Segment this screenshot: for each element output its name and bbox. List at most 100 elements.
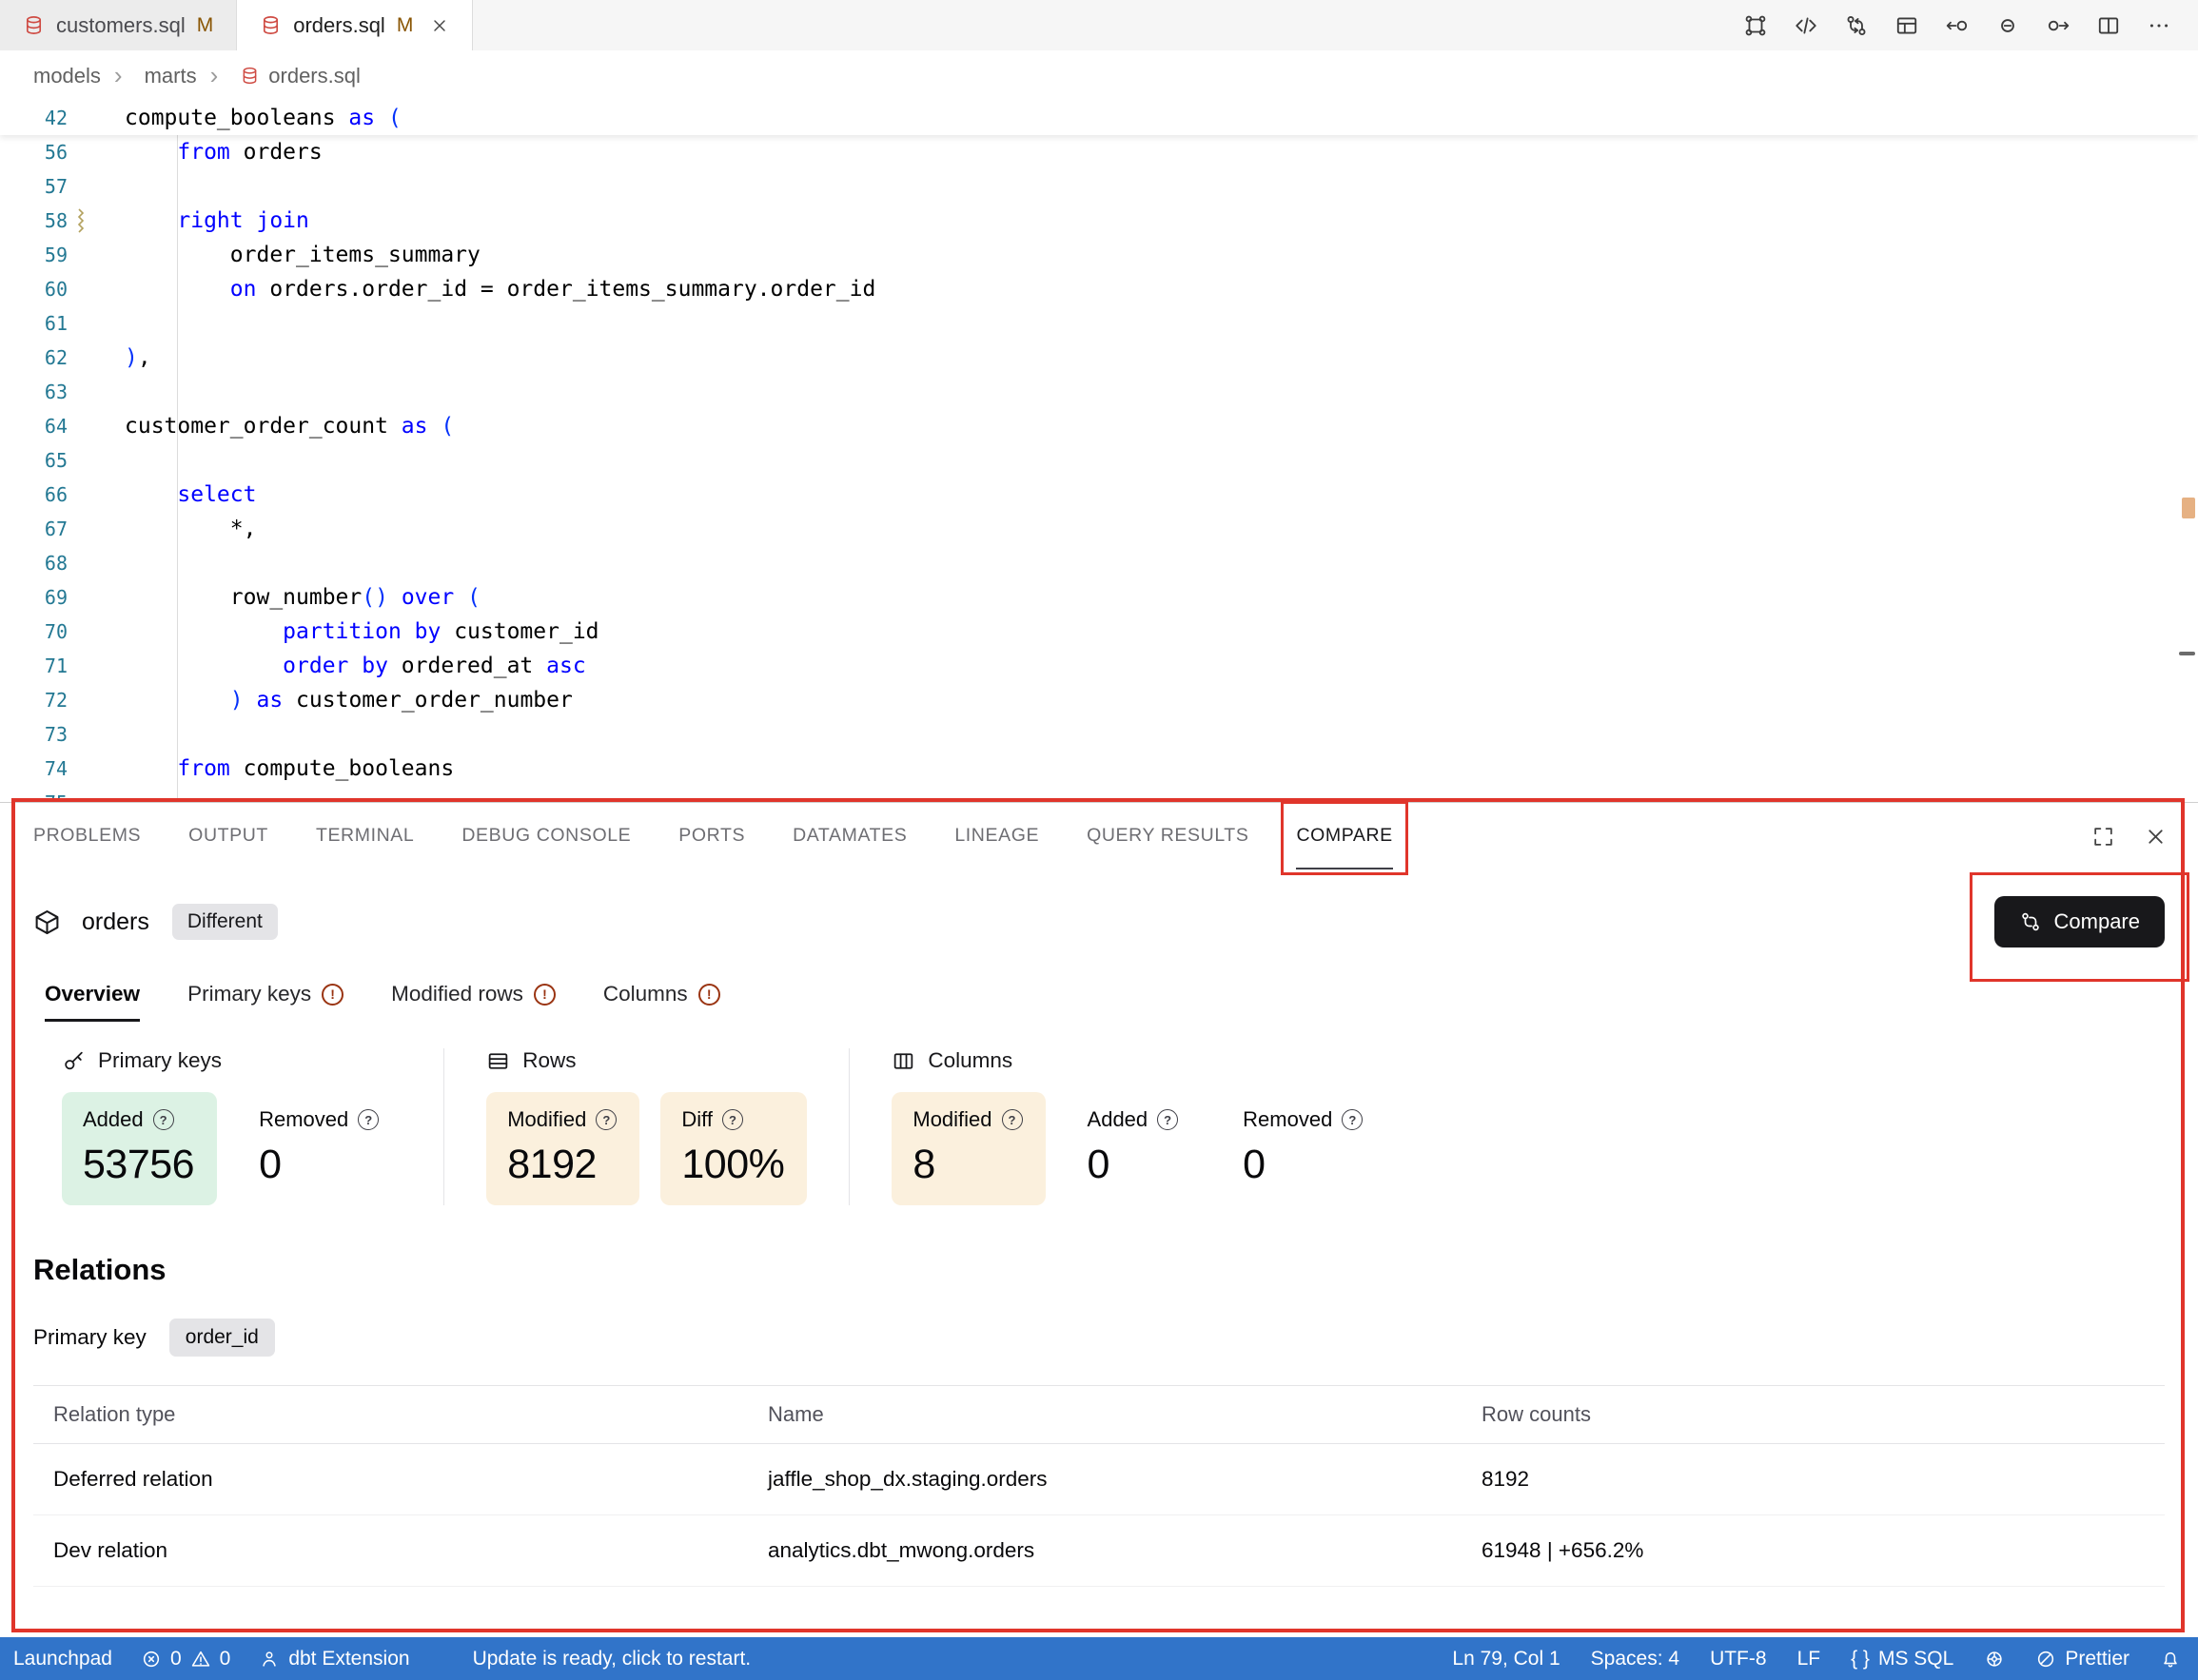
overview-ruler-cursor: [2179, 652, 2195, 655]
code-line[interactable]: 67 *,: [0, 512, 2198, 546]
model-name: orders: [82, 908, 149, 936]
query-results-icon[interactable]: [1894, 13, 1919, 38]
help-icon[interactable]: [596, 1109, 617, 1130]
view-tab-overview[interactable]: Overview: [45, 982, 140, 1022]
code-line[interactable]: 58 right join: [0, 204, 2198, 238]
view-tab-modified-rows[interactable]: Modified rows: [391, 982, 556, 1022]
code-line[interactable]: 59 order_items_summary: [0, 238, 2198, 272]
panel-tab-lineage[interactable]: LINEAGE: [954, 803, 1039, 869]
status-update-message[interactable]: Update is ready, click to restart.: [473, 1648, 752, 1670]
code-line[interactable]: 62),: [0, 341, 2198, 375]
stat-value: 0: [1088, 1142, 1179, 1188]
modified-indicator: M: [397, 14, 414, 37]
panel-tab-terminal[interactable]: TERMINAL: [316, 803, 414, 869]
code-line[interactable]: 74 from compute_booleans: [0, 752, 2198, 786]
panel-tab-problems[interactable]: PROBLEMS: [33, 803, 141, 869]
code-line[interactable]: 60 on orders.order_id = order_items_summ…: [0, 272, 2198, 306]
status-eol[interactable]: LF: [1797, 1648, 1821, 1670]
breadcrumb-item-models[interactable]: models: [33, 64, 101, 88]
maximize-panel-icon[interactable]: [2091, 825, 2115, 849]
stat-value: 8192: [507, 1142, 617, 1188]
compare-stats: Primary keysAdded53756Removed0RowsModifi…: [33, 1048, 2165, 1205]
panel-tab-compare[interactable]: COMPARE: [1296, 803, 1392, 869]
editor-tab-orders-sql[interactable]: orders.sql M: [237, 0, 473, 50]
code-line[interactable]: 75: [0, 786, 2198, 802]
status-problems[interactable]: 0 0: [141, 1648, 230, 1670]
help-icon[interactable]: [1002, 1109, 1023, 1130]
status-bar: Launchpad 0 0 dbt Extension Update is re…: [0, 1637, 2198, 1680]
compare-model-row: orders Different Compare: [33, 896, 2165, 947]
panel-tab-datamates[interactable]: DATAMATES: [793, 803, 907, 869]
arrow-right-circle-icon[interactable]: [2046, 13, 2070, 38]
status-notifications[interactable]: [2160, 1649, 2181, 1670]
status-dbt-extension[interactable]: dbt Extension: [259, 1648, 409, 1670]
table-header-cell: Row counts: [1462, 1386, 2165, 1443]
breadcrumb-item-marts[interactable]: marts: [101, 61, 197, 90]
status-cursor-position[interactable]: Ln 79, Col 1: [1452, 1648, 1560, 1670]
code-line[interactable]: 61: [0, 306, 2198, 341]
status-feedback[interactable]: [1984, 1649, 2005, 1670]
help-icon[interactable]: [358, 1109, 379, 1130]
stat-group-columns: ColumnsModified8Added0Removed0: [849, 1048, 1427, 1205]
status-launchpad[interactable]: Launchpad: [13, 1648, 112, 1670]
panel-tab-query-results[interactable]: QUERY RESULTS: [1087, 803, 1248, 869]
code-line[interactable]: 73: [0, 717, 2198, 752]
line-number: 56: [0, 135, 68, 169]
stat-cards: Modified8192Diff100%: [486, 1092, 807, 1205]
line-number: 65: [0, 443, 68, 478]
status-encoding[interactable]: UTF-8: [1710, 1648, 1767, 1670]
table-cell: analytics.dbt_mwong.orders: [748, 1515, 1462, 1586]
code-line[interactable]: 66 select: [0, 478, 2198, 512]
breadcrumb[interactable]: modelsmartsorders.sql: [0, 50, 2198, 101]
help-icon[interactable]: [1157, 1109, 1178, 1130]
panel-tab-debug-console[interactable]: DEBUG CONSOLE: [461, 803, 631, 869]
panel-tab-ports[interactable]: PORTS: [678, 803, 745, 869]
arrow-left-circle-icon[interactable]: [1945, 13, 1970, 38]
sql-file-icon: [23, 14, 45, 36]
code-line[interactable]: 64customer_order_count as (: [0, 409, 2198, 443]
view-tab-primary-keys[interactable]: Primary keys: [187, 982, 343, 1022]
overview-ruler[interactable]: [2177, 101, 2198, 802]
panel-tab-output[interactable]: OUTPUT: [188, 803, 268, 869]
table-cell: Deferred relation: [33, 1444, 748, 1514]
split-editor-icon[interactable]: [2096, 13, 2121, 38]
more-actions-icon[interactable]: [2147, 13, 2171, 38]
line-text: from compute_booleans: [125, 752, 454, 786]
table-row[interactable]: Deferred relationjaffle_shop_dx.staging.…: [33, 1444, 2165, 1515]
code-line[interactable]: 65: [0, 443, 2198, 478]
status-indentation[interactable]: Spaces: 4: [1591, 1648, 1679, 1670]
circle-dash-icon[interactable]: [1995, 13, 2020, 38]
code-line[interactable]: 56 from orders: [0, 135, 2198, 169]
status-prettier[interactable]: Prettier: [2035, 1648, 2129, 1670]
error-count: 0: [170, 1648, 182, 1670]
code-line[interactable]: 57: [0, 169, 2198, 204]
code-line[interactable]: 69 row_number() over (: [0, 580, 2198, 615]
code-line[interactable]: 70 partition by customer_id: [0, 615, 2198, 649]
dbt-power-user-icon[interactable]: [1743, 13, 1768, 38]
status-language-mode[interactable]: { } MS SQL: [1851, 1648, 1953, 1670]
code-editor[interactable]: 42compute_booleans as ( 56 from orders57…: [0, 101, 2198, 802]
line-text: row_number() over (: [125, 580, 481, 615]
warning-triangle-icon: [190, 1649, 211, 1670]
table-cell: 8192: [1462, 1444, 2165, 1514]
table-row[interactable]: Dev relationanalytics.dbt_mwong.orders61…: [33, 1515, 2165, 1587]
compare-button[interactable]: Compare: [1994, 896, 2165, 947]
tab-label: orders.sql: [293, 13, 385, 38]
breadcrumb-item-orders-sql[interactable]: orders.sql: [197, 61, 361, 90]
help-icon[interactable]: [1342, 1109, 1363, 1130]
view-tab-columns[interactable]: Columns: [603, 982, 720, 1022]
editor-tab-customers-sql[interactable]: customers.sqlM: [0, 0, 237, 50]
code-line[interactable]: 42compute_booleans as (: [0, 101, 2198, 135]
sticky-scroll[interactable]: 42compute_booleans as (: [0, 101, 2198, 135]
code-line[interactable]: 72 ) as customer_order_number: [0, 683, 2198, 717]
help-icon[interactable]: [722, 1109, 743, 1130]
close-panel-icon[interactable]: [2144, 825, 2168, 849]
code-line[interactable]: 68: [0, 546, 2198, 580]
status-bar-right: Ln 79, Col 1 Spaces: 4 UTF-8 LF { } MS S…: [1452, 1637, 2181, 1680]
close-tab-icon[interactable]: [430, 16, 449, 35]
code-line[interactable]: 71 order by ordered_at asc: [0, 649, 2198, 683]
code-icon[interactable]: [1794, 13, 1818, 38]
code-line[interactable]: 63: [0, 375, 2198, 409]
help-icon[interactable]: [153, 1109, 174, 1130]
git-compare-icon[interactable]: [1844, 13, 1869, 38]
